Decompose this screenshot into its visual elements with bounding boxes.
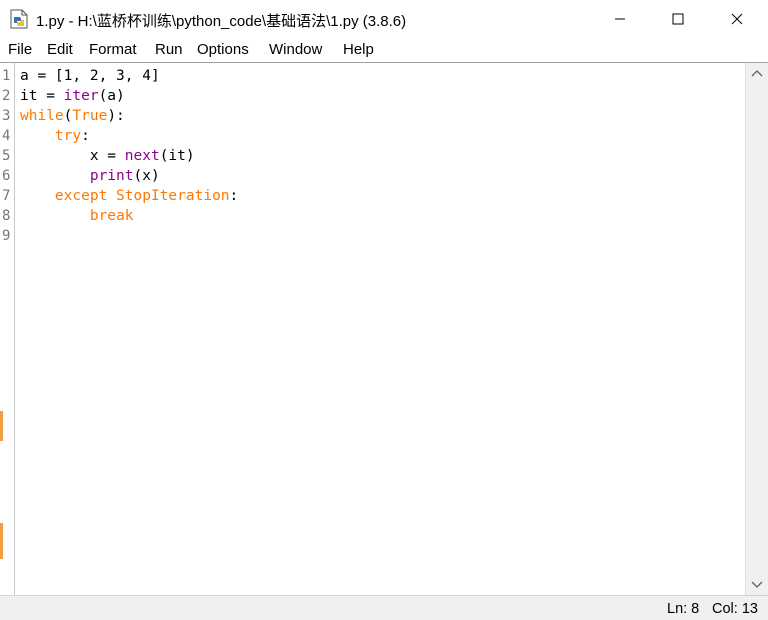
builtin-token: iter	[63, 88, 99, 104]
menu-options[interactable]: Options	[197, 41, 249, 58]
scroll-down-arrow-icon[interactable]	[751, 581, 763, 589]
code-token: (a)	[98, 88, 125, 104]
code-line[interactable]: it = iter(a)	[20, 86, 125, 106]
code-editor[interactable]: a = [1, 2, 3, 4] it = iter(a) while(True):…	[16, 63, 745, 595]
menu-run[interactable]: Run	[155, 41, 183, 58]
line-number: 1	[2, 68, 11, 84]
line-number: 3	[2, 108, 11, 124]
line-number: 2	[2, 88, 11, 104]
status-bar: Ln: 8 Col: 13	[0, 595, 768, 620]
code-token: (it)	[159, 148, 195, 164]
minimize-icon	[615, 18, 625, 20]
code-token: :	[81, 128, 90, 144]
menu-file[interactable]: File	[8, 41, 32, 58]
keyword-token: try	[54, 128, 82, 144]
line-number: 4	[2, 128, 11, 144]
status-column: Col: 13	[712, 601, 758, 617]
keyword-token: StopIteration	[116, 188, 230, 204]
close-icon	[731, 13, 743, 25]
gutter-marker	[0, 523, 3, 559]
menu-help[interactable]: Help	[343, 41, 374, 58]
menu-edit[interactable]: Edit	[47, 41, 73, 58]
window-title: 1.py - H:\蓝桥杯训练\python_code\基础语法\1.py (3…	[36, 13, 407, 30]
code-token: it =	[20, 88, 64, 104]
code-line[interactable]: except StopIteration:	[20, 186, 238, 206]
keyword-token: break	[89, 208, 134, 224]
line-number-gutter: 1 2 3 4 5 6 7 8 9	[0, 63, 15, 595]
line-number: 7	[2, 188, 11, 204]
line-number: 9	[2, 228, 11, 244]
code-line[interactable]: try:	[20, 126, 90, 146]
vertical-scrollbar[interactable]	[745, 63, 768, 595]
code-line[interactable]: while(True):	[20, 106, 125, 126]
code-token: a = [1, 2, 3, 4]	[20, 68, 160, 84]
code-line[interactable]: break	[20, 206, 134, 226]
keyword-token: while	[20, 108, 64, 124]
code-line[interactable]: print(x)	[20, 166, 160, 186]
keyword-token: True	[72, 108, 108, 124]
code-token: (x)	[133, 168, 160, 184]
gutter-marker	[0, 411, 3, 441]
code-token: :	[229, 188, 239, 204]
maximize-icon	[672, 13, 684, 25]
keyword-token: except	[54, 188, 108, 204]
maximize-button[interactable]	[655, 0, 701, 38]
code-line[interactable]: x = next(it)	[20, 146, 195, 166]
code-line[interactable]: a = [1, 2, 3, 4]	[20, 66, 160, 86]
line-number: 6	[2, 168, 11, 184]
code-token: ):	[107, 108, 125, 124]
builtin-token: next	[124, 148, 160, 164]
close-button[interactable]	[714, 0, 760, 38]
status-line: Ln: 8	[667, 601, 700, 617]
scroll-up-arrow-icon[interactable]	[751, 69, 763, 77]
line-number: 5	[2, 148, 11, 164]
title-bar[interactable]: 1.py - H:\蓝桥杯训练\python_code\基础语法\1.py (3…	[0, 0, 768, 38]
menu-window[interactable]: Window	[269, 41, 322, 58]
line-number: 8	[2, 208, 11, 224]
builtin-token: print	[89, 168, 134, 184]
minimize-button[interactable]	[597, 0, 643, 38]
menu-format[interactable]: Format	[89, 41, 137, 58]
menu-bar: File Edit Format Run Options Window Help	[0, 38, 768, 62]
code-token: x =	[20, 148, 125, 164]
python-file-icon	[10, 9, 28, 29]
